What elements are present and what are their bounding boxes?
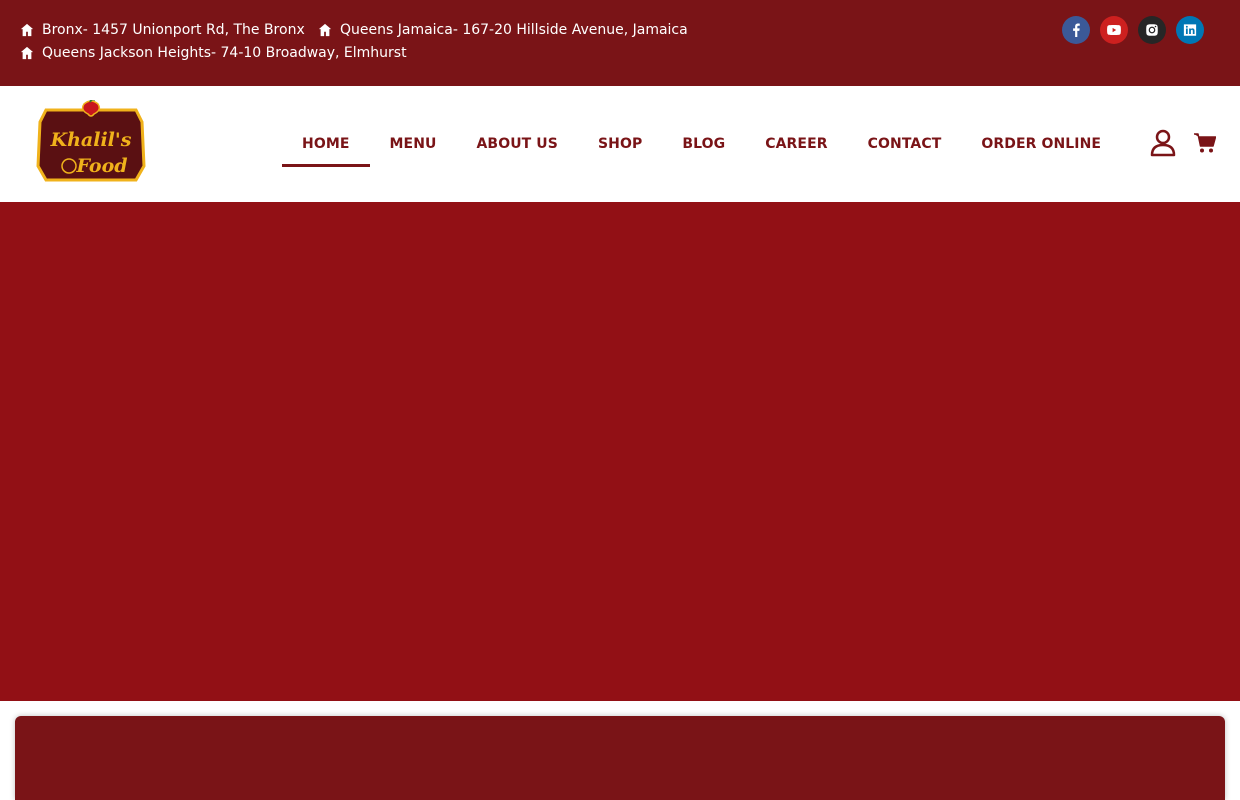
nav-contact[interactable]: CONTACT <box>848 86 962 202</box>
nav-shop[interactable]: SHOP <box>578 86 662 202</box>
address-text: Bronx- 1457 Unionport Rd, The Bronx <box>42 22 305 38</box>
user-account-icon[interactable] <box>1150 129 1176 157</box>
nav-about-us[interactable]: ABOUT US <box>457 86 578 202</box>
facebook-link[interactable] <box>1062 16 1090 44</box>
khalils-food-logo[interactable]: Khalil's Food <box>32 100 150 188</box>
nav-home[interactable]: HOME <box>282 86 370 202</box>
address-bronx[interactable]: Bronx- 1457 Unionport Rd, The Bronx <box>20 22 305 38</box>
address-text: Queens Jamaica- 167-20 Hillside Avenue, … <box>340 22 688 38</box>
address-queens-jackson-heights[interactable]: Queens Jackson Heights- 74-10 Broadway, … <box>20 45 407 61</box>
hero-banner <box>0 202 1240 701</box>
youtube-icon <box>1107 25 1121 35</box>
home-icon <box>318 23 332 37</box>
main-nav: HOME MENU ABOUT US SHOP BLOG CAREER CONT… <box>282 86 1121 202</box>
instagram-icon <box>1146 24 1158 36</box>
social-links <box>1062 16 1204 44</box>
linkedin-icon <box>1183 24 1197 36</box>
home-icon <box>20 46 34 60</box>
nav-order-online[interactable]: ORDER ONLINE <box>961 86 1121 202</box>
youtube-link[interactable] <box>1100 16 1128 44</box>
top-bar: Bronx- 1457 Unionport Rd, The Bronx Quee… <box>0 0 1240 86</box>
site-header: Khalil's Food HOME MENU ABOUT US SHOP BL… <box>0 86 1240 202</box>
home-icon <box>20 23 34 37</box>
instagram-link[interactable] <box>1138 16 1166 44</box>
nav-career[interactable]: CAREER <box>745 86 847 202</box>
address-text: Queens Jackson Heights- 74-10 Broadway, … <box>42 45 407 61</box>
linkedin-link[interactable] <box>1176 16 1204 44</box>
address-queens-jamaica[interactable]: Queens Jamaica- 167-20 Hillside Avenue, … <box>318 22 688 38</box>
content-panel <box>15 716 1225 800</box>
svg-text:Khalil's: Khalil's <box>50 129 132 151</box>
svg-text:Food: Food <box>75 155 127 177</box>
facebook-icon <box>1073 23 1080 37</box>
shopping-cart-icon[interactable] <box>1194 133 1216 153</box>
nav-menu[interactable]: MENU <box>370 86 457 202</box>
nav-blog[interactable]: BLOG <box>662 86 745 202</box>
